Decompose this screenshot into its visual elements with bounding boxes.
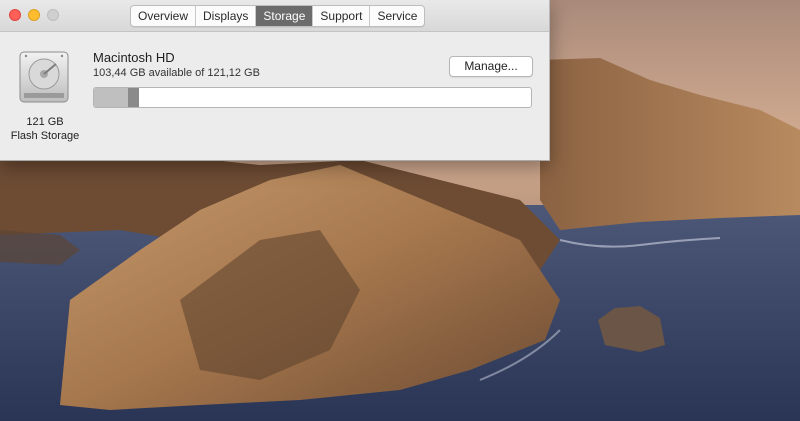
tab-displays[interactable]: Displays bbox=[196, 6, 257, 26]
volume-available-text: 103,44 GB available of 121,12 GB bbox=[93, 67, 260, 79]
tab-bar: Overview Displays Storage Support Servic… bbox=[130, 5, 426, 27]
close-window-button[interactable] bbox=[9, 9, 21, 21]
disk-capacity-label: 121 GB bbox=[26, 116, 64, 128]
zoom-window-button bbox=[47, 9, 59, 21]
tab-support[interactable]: Support bbox=[313, 6, 371, 26]
manage-button[interactable]: Manage... bbox=[449, 56, 533, 77]
storage-usage-bar[interactable] bbox=[93, 87, 532, 108]
window-titlebar: Overview Displays Storage Support Servic… bbox=[0, 0, 549, 32]
tab-service[interactable]: Service bbox=[370, 6, 424, 26]
tab-overview[interactable]: Overview bbox=[131, 6, 197, 26]
about-this-mac-window: Overview Displays Storage Support Servic… bbox=[0, 0, 550, 161]
volume-name: Macintosh HD bbox=[93, 50, 175, 65]
minimize-window-button[interactable] bbox=[28, 9, 40, 21]
storage-segment-system[interactable] bbox=[94, 88, 128, 107]
disk-type-label: Flash Storage bbox=[10, 130, 80, 142]
tab-storage[interactable]: Storage bbox=[256, 6, 314, 26]
storage-segment-other[interactable] bbox=[128, 88, 139, 107]
desktop: Overview Displays Storage Support Servic… bbox=[0, 0, 800, 421]
hard-drive-icon bbox=[19, 51, 69, 103]
